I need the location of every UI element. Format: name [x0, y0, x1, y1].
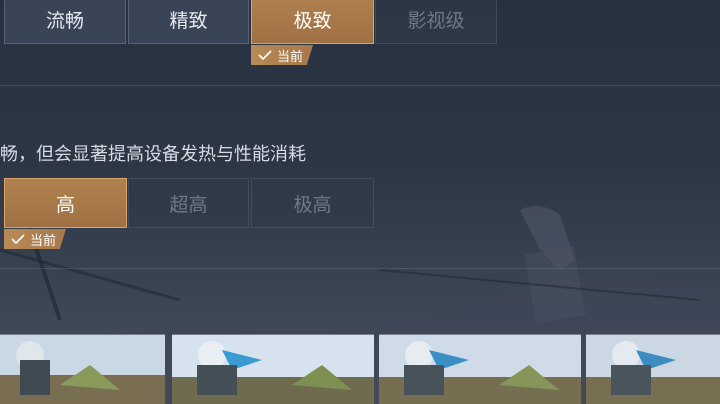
preview-image [379, 335, 581, 404]
preview-thumbnail-3[interactable] [379, 334, 581, 404]
preview-image [172, 335, 374, 404]
preview-thumbnail-2[interactable] [172, 334, 374, 404]
quality-option-ultimate[interactable]: 极致 [251, 0, 374, 44]
current-badge-label: 当前 [277, 49, 304, 65]
quality-option-fine[interactable]: 精致 [128, 0, 249, 44]
preview-image [586, 335, 720, 404]
framerate-option-super-high[interactable]: 超高 [128, 178, 249, 228]
current-badge-quality: 当前 [251, 45, 314, 65]
section-divider [0, 268, 720, 269]
preview-image [0, 335, 165, 404]
setting-description: 畅，但会显著提高设备发热与性能消耗 [0, 144, 306, 165]
framerate-option-high[interactable]: 高 [4, 178, 127, 228]
current-badge-label: 当前 [30, 233, 57, 249]
quality-option-smooth[interactable]: 流畅 [4, 0, 126, 44]
check-icon [11, 234, 25, 245]
framerate-option-extreme[interactable]: 极高 [251, 178, 374, 228]
preview-thumbnail-4[interactable] [586, 334, 720, 404]
current-badge-framerate: 当前 [4, 229, 67, 249]
preview-thumbnail-1[interactable] [0, 334, 165, 404]
section-divider [0, 85, 720, 86]
check-icon [258, 50, 272, 61]
quality-option-cinematic[interactable]: 影视级 [375, 0, 497, 44]
